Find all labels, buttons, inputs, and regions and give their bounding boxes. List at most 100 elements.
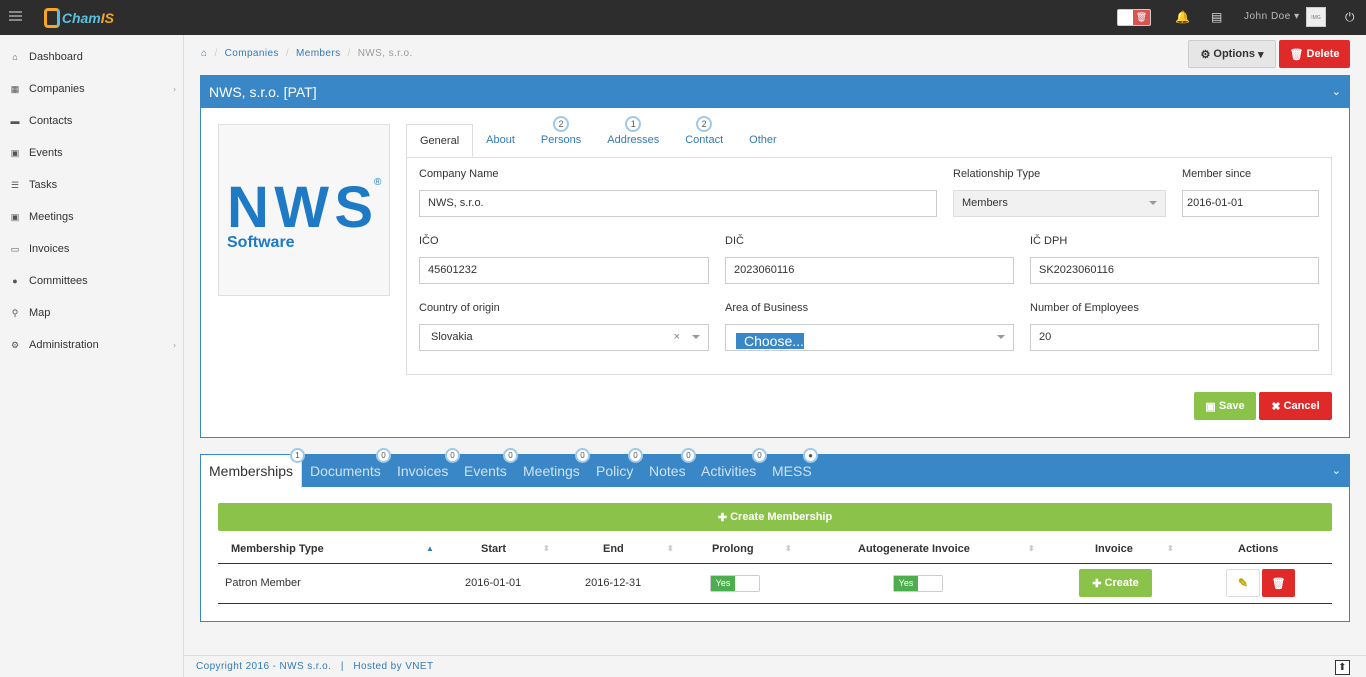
sidebar-item-events[interactable]: ▣ Events bbox=[0, 137, 184, 169]
company-name-field[interactable]: NWS, s.r.o. bbox=[419, 190, 937, 217]
chevron-down-icon[interactable]: ⌄ bbox=[1332, 76, 1341, 108]
scroll-top-button[interactable]: ⬆ bbox=[1335, 660, 1350, 675]
company-title: NWS, s.r.o. [PAT] bbox=[209, 84, 317, 100]
sidebar-item-companies[interactable]: ▦ Companies › bbox=[0, 73, 184, 105]
bell-icon[interactable]: 🔔 bbox=[1175, 10, 1190, 24]
power-icon[interactable]: ⏻ bbox=[1345, 10, 1355, 25]
area-select[interactable]: Choose... bbox=[725, 324, 1014, 351]
count-badge: 2 bbox=[553, 116, 570, 132]
delete-button[interactable]: 🗑 Delete bbox=[1279, 40, 1350, 68]
tab-persons[interactable]: Persons 2 bbox=[528, 116, 594, 157]
sidebar-item-map[interactable]: ⚲ Map bbox=[0, 297, 184, 329]
count-badge: 0 bbox=[628, 448, 643, 463]
ico-field[interactable]: 45601232 bbox=[419, 257, 709, 284]
prolong-toggle[interactable]: Yes bbox=[710, 575, 760, 592]
tab-memberships[interactable]: Memberships bbox=[201, 455, 303, 488]
count-badge: 0 bbox=[376, 448, 391, 463]
menu-toggle-icon[interactable] bbox=[9, 11, 22, 21]
app-logo[interactable]: ChamIS bbox=[44, 7, 114, 29]
th-prolong[interactable]: Prolong ⬍ bbox=[712, 534, 792, 564]
map-marker-icon: ⚲ bbox=[11, 307, 19, 318]
cell-start: 2016-01-01 bbox=[465, 577, 522, 589]
create-membership-button[interactable]: ✚ Create Membership bbox=[218, 503, 1332, 531]
logo-subtext: Software bbox=[227, 234, 295, 251]
sort-icon: ⬍ bbox=[1028, 544, 1035, 553]
edit-button[interactable]: ✎ bbox=[1226, 569, 1260, 597]
sidebar-item-administration[interactable]: ⚙ Administration › bbox=[0, 329, 184, 361]
panel-header: NWS, s.r.o. [PAT] ⌄ bbox=[201, 76, 1349, 108]
member-since-label: Member since bbox=[1182, 168, 1252, 180]
tab-activities[interactable]: Activities bbox=[701, 455, 756, 487]
tab-invoices[interactable]: Invoices bbox=[397, 455, 448, 487]
save-button[interactable]: ▣ Save bbox=[1194, 392, 1256, 420]
chevron-down-icon[interactable]: ⌄ bbox=[1332, 464, 1341, 477]
tab-policy[interactable]: Policy bbox=[596, 455, 633, 487]
ic-dph-field[interactable]: SK2023060116 bbox=[1030, 257, 1319, 284]
pencil-icon: ✎ bbox=[1237, 576, 1249, 590]
th-autogenerate[interactable]: Autogenerate Invoice ⬍ bbox=[858, 534, 1035, 564]
general-tab-content: Company Name NWS, s.r.o. Relationship Ty… bbox=[406, 157, 1332, 375]
sidebar-item-label: Events bbox=[29, 147, 63, 159]
plus-icon: ✚ bbox=[1092, 577, 1102, 590]
tab-contact[interactable]: Contact 2 bbox=[672, 116, 736, 157]
card-icon[interactable]: ▤ bbox=[1211, 10, 1222, 24]
tab-addresses[interactable]: Addresses 1 bbox=[594, 116, 672, 157]
sidebar-item-label: Dashboard bbox=[29, 51, 83, 63]
breadcrumb-members[interactable]: Members bbox=[296, 48, 340, 59]
employees-field[interactable]: 20 bbox=[1030, 324, 1319, 351]
th-start[interactable]: Start ⬍ bbox=[481, 534, 550, 564]
divider bbox=[218, 603, 1332, 604]
tab-other[interactable]: Other bbox=[736, 124, 790, 157]
tab-about[interactable]: About bbox=[473, 124, 528, 157]
sidebar-item-dashboard[interactable]: ⌂ Dashboard bbox=[0, 41, 184, 73]
th-membership-type[interactable]: Membership Type ▲ bbox=[231, 534, 434, 564]
hosted-text[interactable]: Hosted by VNET bbox=[353, 661, 433, 672]
th-end[interactable]: End ⬍ bbox=[603, 534, 674, 564]
tab-notes[interactable]: Notes bbox=[649, 455, 686, 487]
create-invoice-button[interactable]: ✚ Create bbox=[1079, 569, 1152, 597]
sidebar-item-invoices[interactable]: ▭ Invoices bbox=[0, 233, 184, 265]
dic-field[interactable]: 2023060116 bbox=[725, 257, 1014, 284]
row-delete-button[interactable]: 🗑 bbox=[1262, 569, 1295, 597]
cancel-button[interactable]: ✖ Cancel bbox=[1259, 392, 1332, 420]
dic-label: DIČ bbox=[725, 235, 744, 247]
trash-icon: 🗑 bbox=[1289, 48, 1304, 61]
autogenerate-toggle[interactable]: Yes bbox=[893, 575, 943, 592]
relationship-type-select[interactable]: Members bbox=[953, 190, 1166, 217]
count-badge: 1 bbox=[290, 448, 305, 463]
top-toggle-switch[interactable]: 🗑 bbox=[1117, 9, 1151, 26]
count-badge: 0 bbox=[681, 448, 696, 463]
tab-events[interactable]: Events bbox=[464, 455, 507, 487]
country-select[interactable]: Slovakia × bbox=[419, 324, 709, 351]
th-invoice[interactable]: Invoice ⬍ bbox=[1095, 534, 1174, 564]
count-badge: 1 bbox=[625, 116, 642, 132]
member-since-field[interactable]: 2016-01-01 bbox=[1182, 190, 1319, 217]
breadcrumb: ⌂ / Companies / Members / NWS, s.r.o. bbox=[201, 48, 413, 59]
book-icon: ▬ bbox=[10, 116, 20, 126]
count-badge: ● bbox=[803, 448, 818, 463]
company-name-label: Company Name bbox=[419, 168, 499, 180]
copyright-text: Copyright 2016 - NWS s.r.o. bbox=[196, 661, 332, 672]
close-icon: ✖ bbox=[1271, 400, 1281, 413]
clear-icon: × bbox=[673, 331, 680, 343]
avatar[interactable]: IMG bbox=[1306, 7, 1326, 27]
logo-text: NWS bbox=[227, 175, 373, 240]
home-icon[interactable]: ⌂ bbox=[201, 48, 207, 59]
caret-down-icon bbox=[997, 335, 1005, 339]
tab-meetings[interactable]: Meetings bbox=[523, 455, 580, 487]
sidebar-item-contacts[interactable]: ▬ Contacts bbox=[0, 105, 184, 137]
count-badge: 0 bbox=[503, 448, 518, 463]
logo-mark bbox=[44, 8, 60, 28]
tab-general[interactable]: General bbox=[406, 124, 474, 157]
breadcrumb-companies[interactable]: Companies bbox=[225, 48, 279, 59]
sidebar-item-meetings[interactable]: ▣ Meetings bbox=[0, 201, 184, 233]
tab-documents[interactable]: Documents bbox=[310, 455, 381, 487]
users-icon: ● bbox=[12, 276, 18, 286]
user-menu[interactable]: John Doe ▾ bbox=[1244, 11, 1300, 22]
relationship-type-label: Relationship Type bbox=[953, 168, 1041, 180]
plus-icon: ✚ bbox=[717, 511, 728, 524]
employees-label: Number of Employees bbox=[1030, 302, 1139, 314]
sidebar-item-committees[interactable]: ● Committees bbox=[0, 265, 184, 297]
sidebar-item-tasks[interactable]: ☰ Tasks bbox=[0, 169, 184, 201]
options-button[interactable]: ⚙ Options ▾ bbox=[1188, 40, 1276, 68]
